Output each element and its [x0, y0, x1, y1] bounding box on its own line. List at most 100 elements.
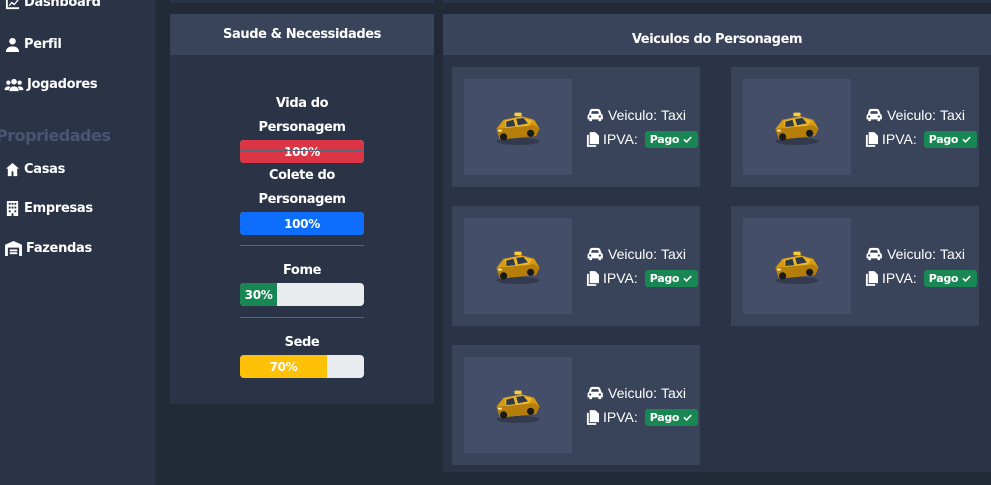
taxi-car-icon — [770, 107, 824, 147]
sidebar-item-label: Empresas — [24, 201, 93, 216]
vehicle-card[interactable]: Veiculo: Taxi IPVA: Pago — [731, 206, 979, 326]
vehicle-name-row: Veiculo: Taxi — [586, 242, 698, 266]
taxi-car-icon — [491, 246, 545, 286]
tax-label: IPVA: — [603, 131, 638, 147]
users-icon — [4, 77, 24, 92]
divider — [240, 150, 364, 151]
vehicle-name: Taxi — [661, 107, 686, 123]
copy-icon — [586, 271, 599, 286]
sidebar-item-label: Dashboard — [24, 0, 101, 10]
thirst-progress-bar: 70% — [240, 355, 364, 378]
car-icon — [586, 386, 604, 400]
user-icon — [4, 37, 21, 52]
check-icon — [682, 273, 693, 284]
stat-label: Fome — [282, 263, 322, 278]
vehicle-tax-row: IPVA: Pago — [586, 405, 699, 429]
taxi-car-icon — [491, 385, 545, 425]
vehicle-info: Veiculo: Taxi IPVA: Pago — [586, 381, 699, 429]
divider — [240, 245, 364, 246]
copy-icon — [865, 271, 878, 286]
sidebar-item-casas[interactable]: Casas — [4, 162, 65, 177]
check-icon — [682, 412, 693, 423]
sidebar-item-empresas[interactable]: Empresas — [4, 201, 93, 216]
life-progress-bar: 100% — [240, 140, 364, 163]
vehicle-name: Taxi — [661, 246, 686, 262]
vehicle-image — [464, 79, 572, 175]
thirst-progress-fill: 70% — [240, 355, 327, 378]
panel-edge — [443, 0, 991, 3]
section-heading-propriedades: Propriedades — [0, 126, 111, 145]
vehicle-info: Veiculo: Taxi IPVA: Pago — [865, 103, 978, 151]
stat-armor: Colete do Personagem 100% — [240, 164, 364, 235]
sidebar-item-label: Casas — [24, 162, 66, 177]
taxi-car-icon — [491, 107, 545, 147]
divider — [240, 317, 364, 318]
armor-progress-bar: 100% — [240, 212, 364, 235]
car-icon — [865, 108, 883, 122]
stat-label: Vida do Personagem — [258, 96, 346, 135]
hunger-progress-bar: 30% — [240, 283, 364, 306]
vehicle-image — [464, 218, 572, 314]
tax-status-text: Pago — [649, 410, 680, 424]
taxi-car-icon — [770, 246, 824, 286]
vehicle-label: Veiculo: — [608, 107, 658, 123]
tax-status-text: Pago — [649, 132, 680, 146]
tax-status-badge: Pago — [923, 130, 978, 148]
panel-edge — [170, 0, 434, 3]
vehicle-name-row: Veiculo: Taxi — [865, 103, 977, 127]
tax-label: IPVA: — [603, 409, 638, 425]
building-icon — [4, 201, 21, 216]
health-panel-title: Saude & Necessidades — [170, 14, 434, 55]
warehouse-icon — [4, 241, 23, 256]
sidebar-item-jogadores[interactable]: Jogadores — [4, 77, 98, 92]
vehicle-label: Veiculo: — [608, 246, 658, 262]
vehicle-card[interactable]: Veiculo: Taxi IPVA: Pago — [452, 206, 700, 326]
health-panel: Saude & Necessidades Vida do Personagem … — [170, 14, 434, 404]
vehicle-name-row: Veiculo: Taxi — [586, 381, 698, 405]
vehicle-info: Veiculo: Taxi IPVA: Pago — [865, 242, 978, 290]
copy-icon — [586, 410, 599, 425]
vehicle-card[interactable]: Veiculo: Taxi IPVA: Pago — [452, 345, 700, 465]
tax-status-badge: Pago — [644, 408, 699, 426]
vehicle-label: Veiculo: — [608, 385, 658, 401]
tax-status-badge: Pago — [644, 269, 699, 287]
sidebar-item-dashboard[interactable]: Dashboard — [4, 0, 101, 10]
life-progress-fill: 100% — [240, 140, 364, 163]
check-icon — [682, 134, 693, 145]
vehicle-tax-row: IPVA: Pago — [865, 127, 978, 151]
sidebar: Dashboard Perfil Jogadores Propriedades … — [0, 0, 155, 485]
vehicle-card[interactable]: Veiculo: Taxi IPVA: Pago — [731, 67, 979, 187]
house-icon — [4, 162, 21, 177]
stat-thirst: Sede 70% — [240, 331, 364, 378]
stat-hunger: Fome 30% — [240, 259, 364, 306]
vehicle-name: Taxi — [940, 107, 965, 123]
vehicle-card[interactable]: Veiculo: Taxi IPVA: Pago — [452, 67, 700, 187]
tax-label: IPVA: — [882, 131, 917, 147]
tax-label: IPVA: — [882, 270, 917, 286]
vehicle-tax-row: IPVA: Pago — [865, 266, 978, 290]
vehicle-info: Veiculo: Taxi IPVA: Pago — [586, 242, 699, 290]
vehicle-image — [743, 79, 851, 175]
vehicle-info: Veiculo: Taxi IPVA: Pago — [586, 103, 699, 151]
sidebar-item-label: Fazendas — [26, 241, 92, 256]
copy-icon — [586, 132, 599, 147]
sidebar-item-label: Perfil — [24, 37, 62, 52]
car-icon — [586, 108, 604, 122]
vehicles-panel-title: Veiculos do Personagem — [443, 14, 991, 55]
tax-status-badge: Pago — [923, 269, 978, 287]
sidebar-item-fazendas[interactable]: Fazendas — [4, 241, 92, 256]
vehicle-image — [743, 218, 851, 314]
sidebar-item-label: Jogadores — [27, 77, 98, 92]
vehicle-label: Veiculo: — [887, 107, 937, 123]
vehicle-name: Taxi — [661, 385, 686, 401]
car-icon — [586, 247, 604, 261]
vehicles-panel: Veiculos do Personagem Veiculo: Taxi IPV… — [443, 14, 991, 472]
armor-progress-fill: 100% — [240, 212, 364, 235]
copy-icon — [865, 132, 878, 147]
tax-status-text: Pago — [649, 271, 680, 285]
stat-life: Vida do Personagem 100% — [240, 92, 364, 163]
vehicle-name-row: Veiculo: Taxi — [586, 103, 698, 127]
tax-status-badge: Pago — [644, 130, 699, 148]
sidebar-item-perfil[interactable]: Perfil — [4, 37, 62, 52]
car-icon — [865, 247, 883, 261]
